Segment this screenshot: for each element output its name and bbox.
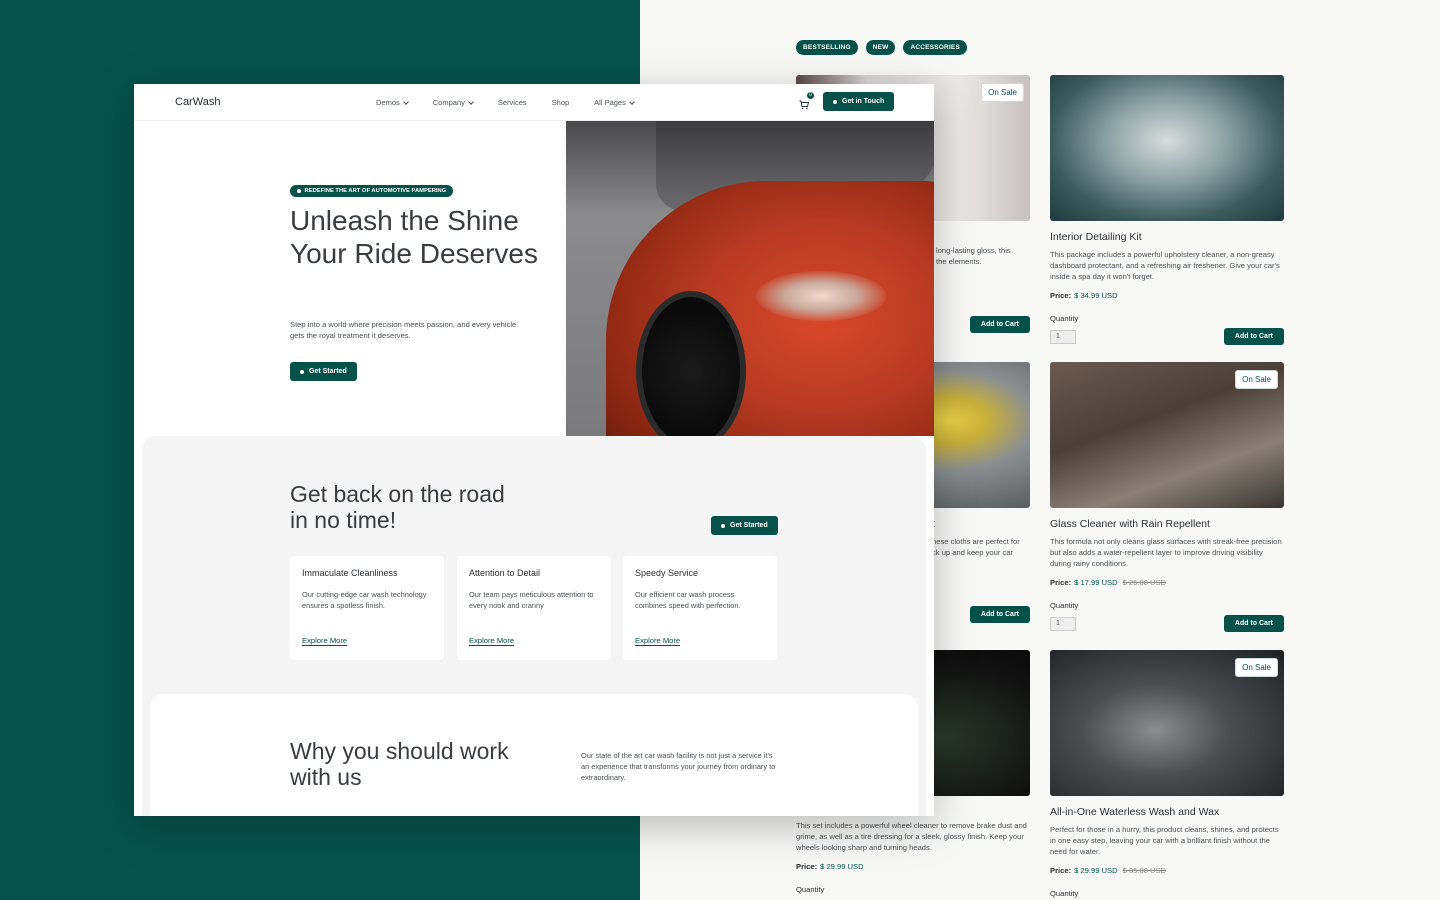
quantity-label: Quantity xyxy=(1050,889,1079,898)
get-in-touch-button[interactable]: Get in Touch xyxy=(823,92,895,111)
product-card: On Sale Glass Cleaner with Rain Repellen… xyxy=(1050,362,1284,632)
feature-title: Attention to Detail xyxy=(469,568,541,578)
product-title[interactable]: Interior Detailing Kit xyxy=(1050,231,1284,243)
dot-icon xyxy=(721,523,725,528)
quantity-input[interactable]: 1 xyxy=(1050,616,1076,631)
feature-card: Attention to Detail Our team pays meticu… xyxy=(457,556,611,660)
menu-item-company[interactable]: Company xyxy=(433,98,474,107)
filter-accessories[interactable]: ACCESSORIES xyxy=(903,40,967,55)
quantity-input[interactable]: 1 xyxy=(1050,329,1076,344)
feature-description: Our team pays meticulous attention to ev… xyxy=(469,590,594,610)
sale-badge: On Sale xyxy=(981,83,1024,102)
feature-title: Immaculate Cleanliness xyxy=(302,568,398,578)
dot-icon xyxy=(297,189,301,193)
product-price: Price: $ 29.99 USD xyxy=(796,862,864,871)
why-us-section: Why you should work with us Our state of… xyxy=(150,694,918,816)
explore-more-link[interactable]: Explore More xyxy=(469,636,515,646)
sale-badge: On Sale xyxy=(1235,370,1278,389)
dot-icon xyxy=(833,99,837,104)
product-image[interactable]: On Sale xyxy=(1050,650,1284,796)
explore-more-link[interactable]: Explore More xyxy=(635,636,681,646)
cart-icon[interactable]: 0 xyxy=(799,92,814,110)
product-price: Price: $ 34.99 USD xyxy=(1050,291,1118,300)
get-started-button[interactable]: Get Started xyxy=(290,362,357,381)
product-title[interactable]: All-in-One Waterless Wash and Wax xyxy=(1050,806,1284,818)
shop-filter-bar: BESTSELLING NEW ACCESSORIES xyxy=(796,40,967,55)
quantity-label: Quantity xyxy=(796,885,825,894)
chevron-down-icon xyxy=(402,98,409,105)
section-description: Our state of the art car wash facility i… xyxy=(581,751,776,782)
hero-subtitle: Step into a world where precision meets … xyxy=(290,320,517,340)
menu-item-shop[interactable]: Shop xyxy=(552,98,570,107)
filter-new[interactable]: NEW xyxy=(865,40,896,55)
hero-title: Unleash the Shine Your Ride Deserves xyxy=(290,205,538,269)
product-card: On Sale All-in-One Waterless Wash and Wa… xyxy=(1050,650,1284,898)
top-navigation: CarWash Demos Company Services Shop All … xyxy=(134,84,934,121)
add-to-cart-button[interactable]: Add to Cart xyxy=(1223,328,1284,345)
product-price: Price: $ 29.99 USD $ 35.00 USD xyxy=(1050,866,1167,875)
cart-count-badge: 0 xyxy=(807,92,814,99)
product-description: This package includes a powerful upholst… xyxy=(1050,250,1280,281)
add-to-cart-button[interactable]: Add to Cart xyxy=(969,316,1030,333)
product-image[interactable] xyxy=(1050,75,1284,221)
chevron-down-icon xyxy=(468,98,474,105)
filter-bestselling[interactable]: BESTSELLING xyxy=(796,40,858,55)
feature-card: Immaculate Cleanliness Our cutting-edge … xyxy=(290,556,444,660)
product-card: Interior Detailing Kit This package incl… xyxy=(1050,75,1284,345)
product-title[interactable]: Glass Cleaner with Rain Repellent xyxy=(1050,518,1284,530)
add-to-cart-button[interactable]: Add to Cart xyxy=(969,606,1030,623)
homepage-window: CarWash Demos Company Services Shop All … xyxy=(134,84,934,816)
hero-tagline-badge: REDEFINE THE ART OF AUTOMOTIVE PAMPERING xyxy=(290,185,454,197)
chevron-down-icon xyxy=(629,98,635,105)
menu-item-demos[interactable]: Demos xyxy=(376,98,409,107)
hero-car-image xyxy=(566,121,934,436)
menu-item-services[interactable]: Services xyxy=(498,98,527,107)
main-menu: Demos Company Services Shop All Pages xyxy=(376,98,635,107)
sale-badge: On Sale xyxy=(1235,658,1278,677)
feature-card: Speedy Service Our efficient car wash pr… xyxy=(623,556,777,660)
get-started-button[interactable]: Get Started xyxy=(711,516,778,535)
add-to-cart-button[interactable]: Add to Cart xyxy=(1223,615,1284,632)
explore-more-link[interactable]: Explore More xyxy=(302,636,348,646)
product-image[interactable]: On Sale xyxy=(1050,362,1284,508)
feature-description: Our efficient car wash process combines … xyxy=(635,590,741,610)
section-title: Why you should work with us xyxy=(290,738,509,790)
product-description: This set includes a powerful wheel clean… xyxy=(796,821,1027,852)
feature-description: Our cutting-edge car wash technology ens… xyxy=(302,590,427,610)
quantity-label: Quantity xyxy=(1050,601,1079,610)
product-description: Perfect for those in a hurry, this produ… xyxy=(1050,825,1279,856)
product-price: Price: $ 17.99 USD $ 25.00 USD xyxy=(1050,578,1167,587)
site-logo[interactable]: CarWash xyxy=(175,96,220,108)
feature-title: Speedy Service xyxy=(635,568,699,578)
quantity-label: Quantity xyxy=(1050,314,1079,323)
section-title: Get back on the road in no time! xyxy=(290,481,505,533)
product-description: This formula not only cleans glass surfa… xyxy=(1050,537,1282,568)
dot-icon xyxy=(300,369,304,374)
menu-item-all-pages[interactable]: All Pages xyxy=(594,98,635,107)
